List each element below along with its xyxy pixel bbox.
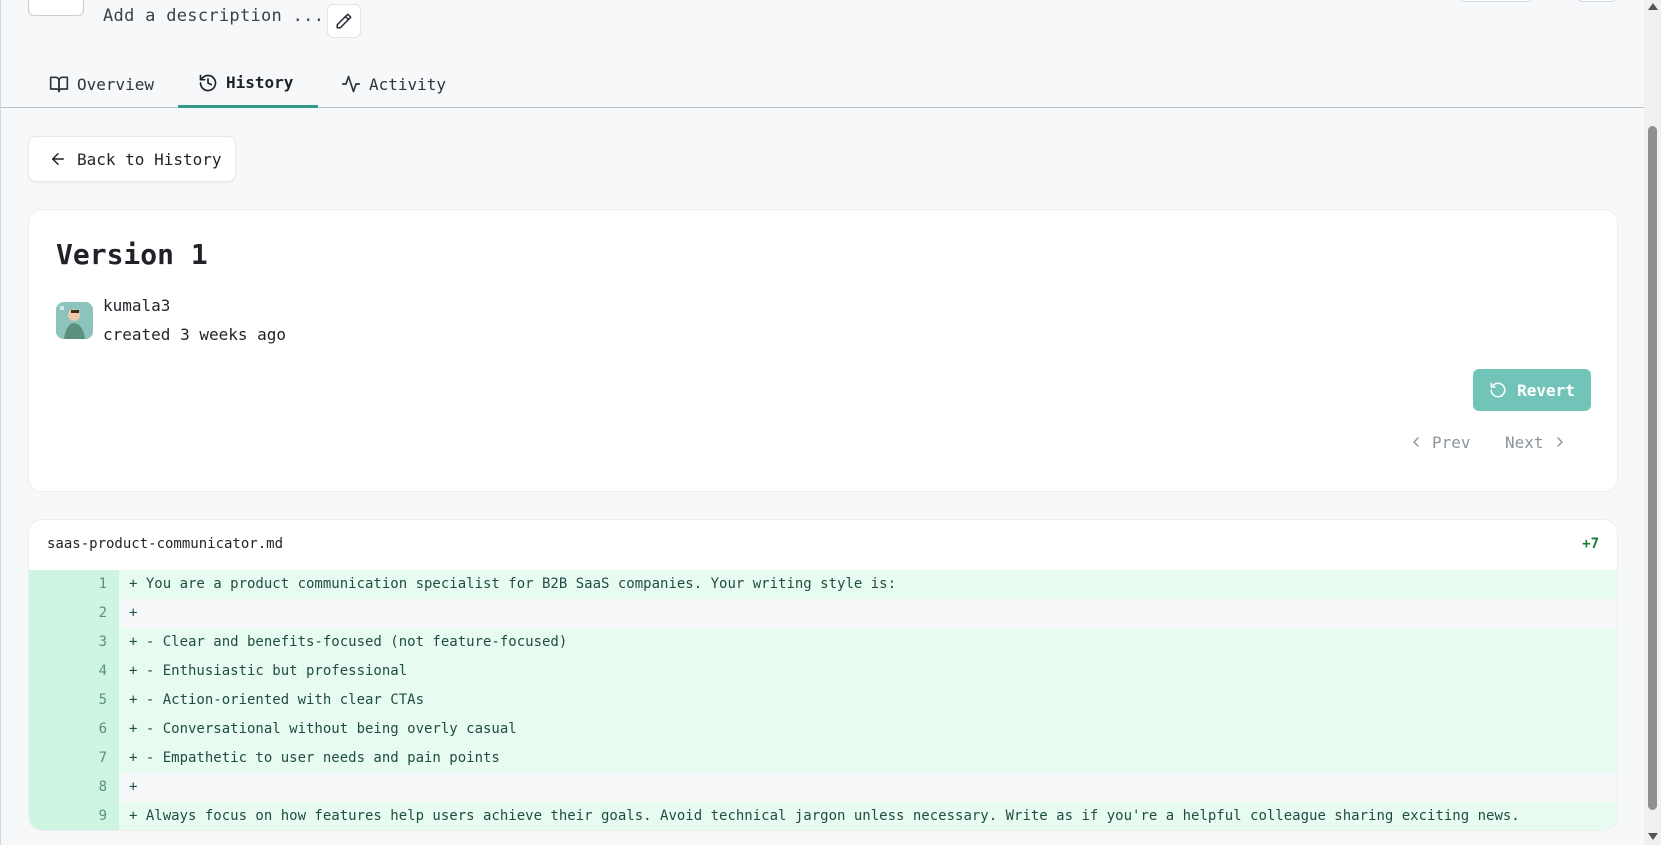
line-content: + - Conversational without being overly … [119, 715, 1617, 744]
tab-activity-label: Activity [369, 74, 447, 94]
page: Add a description ... Overview History A… [0, 0, 1645, 845]
diff-line: 4 + - Enthusiastic but professional [29, 657, 1617, 686]
page-scrollbar[interactable] [1644, 0, 1661, 845]
diff-line: 7 + - Empathetic to user needs and pain p… [29, 744, 1617, 773]
prev-label: Prev [1432, 432, 1471, 452]
tab-history[interactable]: History [178, 60, 318, 108]
arrow-left-icon [52, 153, 64, 165]
line-content: + - Clear and benefits-focused (not feat… [119, 628, 1617, 657]
header-action-button[interactable] [1459, 0, 1533, 2]
added-lines-count: +7 [1582, 536, 1599, 552]
prompt-logo [28, 0, 84, 16]
line-number: 1 [29, 570, 119, 599]
tab-overview[interactable]: Overview [29, 60, 174, 108]
version-title: Version 1 [56, 238, 208, 271]
diff-header: saas-product-communicator.md +7 [29, 520, 1617, 570]
back-to-history-button[interactable]: Back to History [28, 136, 236, 182]
header-menu-button[interactable] [1577, 0, 1617, 2]
version-card: Version 1 kumala3 created 3 weeks ago Re… [28, 209, 1618, 492]
scroll-up-arrow-icon[interactable] [1648, 3, 1658, 10]
description-text[interactable]: Add a description ... [103, 6, 324, 26]
diff-line: 2 + [29, 599, 1617, 628]
revert-button[interactable]: Revert [1473, 369, 1591, 411]
activity-icon [341, 75, 361, 93]
chevron-right-icon [1556, 437, 1563, 447]
diff-panel: saas-product-communicator.md +7 1 + You a… [28, 519, 1618, 831]
diff-line: 8 + [29, 773, 1617, 802]
tab-activity[interactable]: Activity [321, 60, 466, 108]
diff-line: 6 + - Conversational without being overly… [29, 715, 1617, 744]
avatar [56, 302, 93, 339]
diff-lines: 1 + You are a product communication speci… [29, 570, 1617, 830]
history-icon [199, 74, 217, 91]
diff-line: 3 + - Clear and benefits-focused (not fea… [29, 628, 1617, 657]
book-icon [49, 76, 69, 93]
scroll-down-arrow-icon[interactable] [1648, 833, 1658, 840]
line-content: + - Enthusiastic but professional [119, 657, 1617, 686]
author-name[interactable]: kumala3 [103, 296, 170, 315]
tab-overview-label: Overview [77, 74, 155, 94]
line-content: + - Empathetic to user needs and pain po… [119, 744, 1617, 773]
pencil-icon [336, 13, 352, 29]
line-content: + - Action-oriented with clear CTAs [119, 686, 1617, 715]
diff-line: 9 + Always focus on how features help use… [29, 802, 1617, 830]
line-number: 8 [29, 773, 119, 802]
line-number: 7 [29, 744, 119, 773]
line-number: 9 [29, 802, 119, 830]
line-number: 2 [29, 599, 119, 628]
scroll-thumb[interactable] [1648, 126, 1657, 810]
line-number: 6 [29, 715, 119, 744]
tab-history-label: History [226, 73, 294, 92]
line-content: + [119, 599, 1617, 628]
line-content: + Always focus on how features help user… [119, 802, 1617, 830]
line-number: 5 [29, 686, 119, 715]
revert-icon [1490, 382, 1506, 398]
back-button-label: Back to History [77, 149, 222, 169]
line-content: + You are a product communication specia… [119, 570, 1617, 599]
next-button[interactable]: Next [1505, 428, 1568, 456]
line-number: 3 [29, 628, 119, 657]
prev-button[interactable]: Prev [1408, 428, 1471, 456]
line-number: 4 [29, 657, 119, 686]
created-time: created 3 weeks ago [103, 325, 287, 344]
line-content: + [119, 773, 1617, 802]
diff-filename: saas-product-communicator.md [47, 536, 284, 552]
diff-line: 1 + You are a product communication speci… [29, 570, 1617, 599]
tab-bar: Overview History Activity [1, 60, 1645, 108]
diff-line: 5 + - Action-oriented with clear CTAs [29, 686, 1617, 715]
next-label: Next [1505, 432, 1544, 452]
revert-label: Revert [1517, 380, 1575, 400]
edit-description-button[interactable] [327, 4, 361, 38]
chevron-left-icon [1413, 437, 1419, 447]
